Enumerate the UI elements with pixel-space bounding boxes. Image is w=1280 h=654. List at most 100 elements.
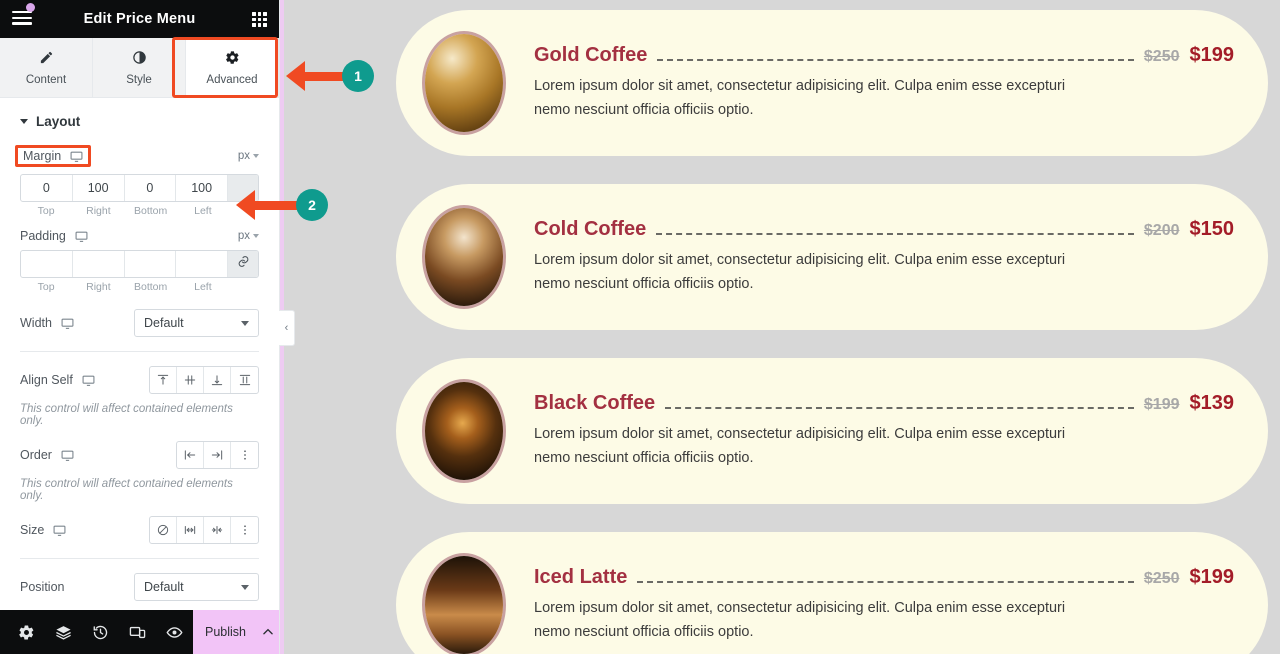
responsive-icon[interactable] xyxy=(119,610,156,654)
grid-icon[interactable] xyxy=(252,12,267,27)
history-icon[interactable] xyxy=(82,610,119,654)
dotted-leader xyxy=(657,58,1134,61)
size-none-button[interactable] xyxy=(150,517,177,543)
desktop-icon[interactable] xyxy=(53,524,66,537)
margin-bottom-label: Bottom xyxy=(133,205,168,217)
preview-icon[interactable] xyxy=(156,610,193,654)
item-old-price: $199 xyxy=(1143,395,1180,413)
price-menu-item[interactable]: Black Coffee $199 $139 Lorem ipsum dolor… xyxy=(396,358,1268,504)
order-first-button[interactable] xyxy=(177,442,204,468)
position-select[interactable]: Default xyxy=(134,573,259,601)
padding-left-label: Left xyxy=(194,281,212,293)
annotation-2: 2 xyxy=(236,189,346,221)
width-select[interactable]: Default xyxy=(134,309,259,337)
item-thumbnail xyxy=(422,31,506,135)
align-self-center-button[interactable] xyxy=(177,367,204,393)
padding-side-labels: Top Right Bottom Left xyxy=(20,281,259,293)
padding-label-wrap: Padding xyxy=(20,229,88,243)
price-menu-item[interactable]: Cold Coffee $200 $150 Lorem ipsum dolor … xyxy=(396,184,1268,330)
align-self-stretch-button[interactable] xyxy=(231,367,258,393)
desktop-icon[interactable] xyxy=(61,317,74,330)
size-label-wrap: Size xyxy=(20,523,66,537)
desktop-icon[interactable] xyxy=(61,449,74,462)
panel-body: Layout Margin px 0 100 0 100 Top Right B… xyxy=(0,98,279,610)
padding-bottom-input[interactable] xyxy=(124,251,176,277)
padding-row: Padding px xyxy=(20,229,259,243)
item-name: Black Coffee xyxy=(534,391,656,414)
tab-content[interactable]: Content xyxy=(0,38,93,97)
padding-inputs xyxy=(20,250,259,278)
padding-right-label: Right xyxy=(86,281,111,293)
margin-top-input[interactable] xyxy=(21,175,72,201)
padding-bottom-label: Bottom xyxy=(133,281,168,293)
margin-left-label: Left xyxy=(194,205,212,217)
align-self-label-wrap: Align Self xyxy=(20,373,95,387)
margin-left-input[interactable] xyxy=(176,175,227,201)
padding-unit-selector[interactable]: px xyxy=(238,230,259,242)
item-thumbnail xyxy=(422,553,506,654)
margin-bottom-input[interactable] xyxy=(124,175,176,201)
order-row: Order xyxy=(20,441,259,469)
align-self-end-button[interactable] xyxy=(204,367,231,393)
chevron-up-icon[interactable] xyxy=(257,610,279,654)
preview-canvas: Gold Coffee $250 $199 Lorem ipsum dolor … xyxy=(284,0,1280,654)
desktop-icon[interactable] xyxy=(75,230,88,243)
item-title-line: Iced Latte $250 $199 xyxy=(534,566,1234,589)
margin-bottom-cell xyxy=(124,175,177,201)
step-badge-1: 1 xyxy=(342,60,374,92)
item-new-price: $199 xyxy=(1189,43,1235,66)
price-menu-item[interactable]: Gold Coffee $250 $199 Lorem ipsum dolor … xyxy=(396,10,1268,156)
padding-left-input[interactable] xyxy=(176,251,227,277)
size-grow-button[interactable] xyxy=(177,517,204,543)
item-body: Cold Coffee $200 $150 Lorem ipsum dolor … xyxy=(506,218,1242,297)
item-title-line: Gold Coffee $250 $199 xyxy=(534,44,1234,67)
chevron-down-icon xyxy=(241,320,249,326)
size-options xyxy=(149,516,259,544)
price-menu-item[interactable]: Iced Latte $250 $199 Lorem ipsum dolor s… xyxy=(396,532,1268,654)
order-options xyxy=(176,441,259,469)
page-title: Edit Price Menu xyxy=(83,11,196,27)
item-description: Lorem ipsum dolor sit amet, consectetur … xyxy=(534,77,1066,118)
padding-link-toggle[interactable] xyxy=(228,251,258,277)
publish-button[interactable]: Publish xyxy=(193,610,258,654)
padding-top-input[interactable] xyxy=(21,251,72,277)
margin-right-label: Right xyxy=(86,205,111,217)
settings-icon[interactable] xyxy=(8,610,45,654)
divider xyxy=(20,351,259,352)
chevron-down-icon xyxy=(253,234,259,238)
size-shrink-button[interactable] xyxy=(204,517,231,543)
position-row: Position Default xyxy=(20,573,259,601)
notification-dot-icon xyxy=(26,3,35,12)
tab-content-label: Content xyxy=(25,73,67,86)
padding-right-input[interactable] xyxy=(72,251,124,277)
tab-advanced-label: Advanced xyxy=(206,73,258,86)
iced-latte-glass-photo xyxy=(425,556,503,654)
order-last-button[interactable] xyxy=(204,442,231,468)
margin-right-input[interactable] xyxy=(72,175,124,201)
margin-side-labels: Top Right Bottom Left xyxy=(20,205,259,217)
size-row: Size xyxy=(20,516,259,544)
desktop-icon[interactable] xyxy=(82,374,95,387)
divider xyxy=(20,558,259,559)
item-old-price: $250 xyxy=(1143,569,1180,587)
item-body: Iced Latte $250 $199 Lorem ipsum dolor s… xyxy=(506,566,1242,645)
tab-advanced[interactable]: Advanced xyxy=(186,38,279,97)
panel-tabs: Content Style Advanced xyxy=(0,37,279,98)
size-more-button[interactable] xyxy=(231,517,258,543)
width-label: Width xyxy=(20,316,52,330)
annotation-1: 1 xyxy=(286,60,386,92)
layers-icon[interactable] xyxy=(45,610,82,654)
align-self-start-button[interactable] xyxy=(150,367,177,393)
item-old-price: $250 xyxy=(1143,47,1180,65)
tab-style[interactable]: Style xyxy=(93,38,186,97)
chevron-down-icon xyxy=(253,154,259,158)
padding-left-cell xyxy=(176,251,228,277)
panel-collapse-handle[interactable]: ‹ xyxy=(279,310,295,346)
section-layout-header[interactable]: Layout xyxy=(20,98,259,143)
margin-unit-selector[interactable]: px xyxy=(238,150,259,162)
desktop-icon[interactable] xyxy=(70,150,83,163)
hamburger-icon[interactable] xyxy=(12,11,32,27)
order-more-button[interactable] xyxy=(231,442,258,468)
pencil-icon xyxy=(39,50,54,68)
size-label: Size xyxy=(20,523,45,537)
